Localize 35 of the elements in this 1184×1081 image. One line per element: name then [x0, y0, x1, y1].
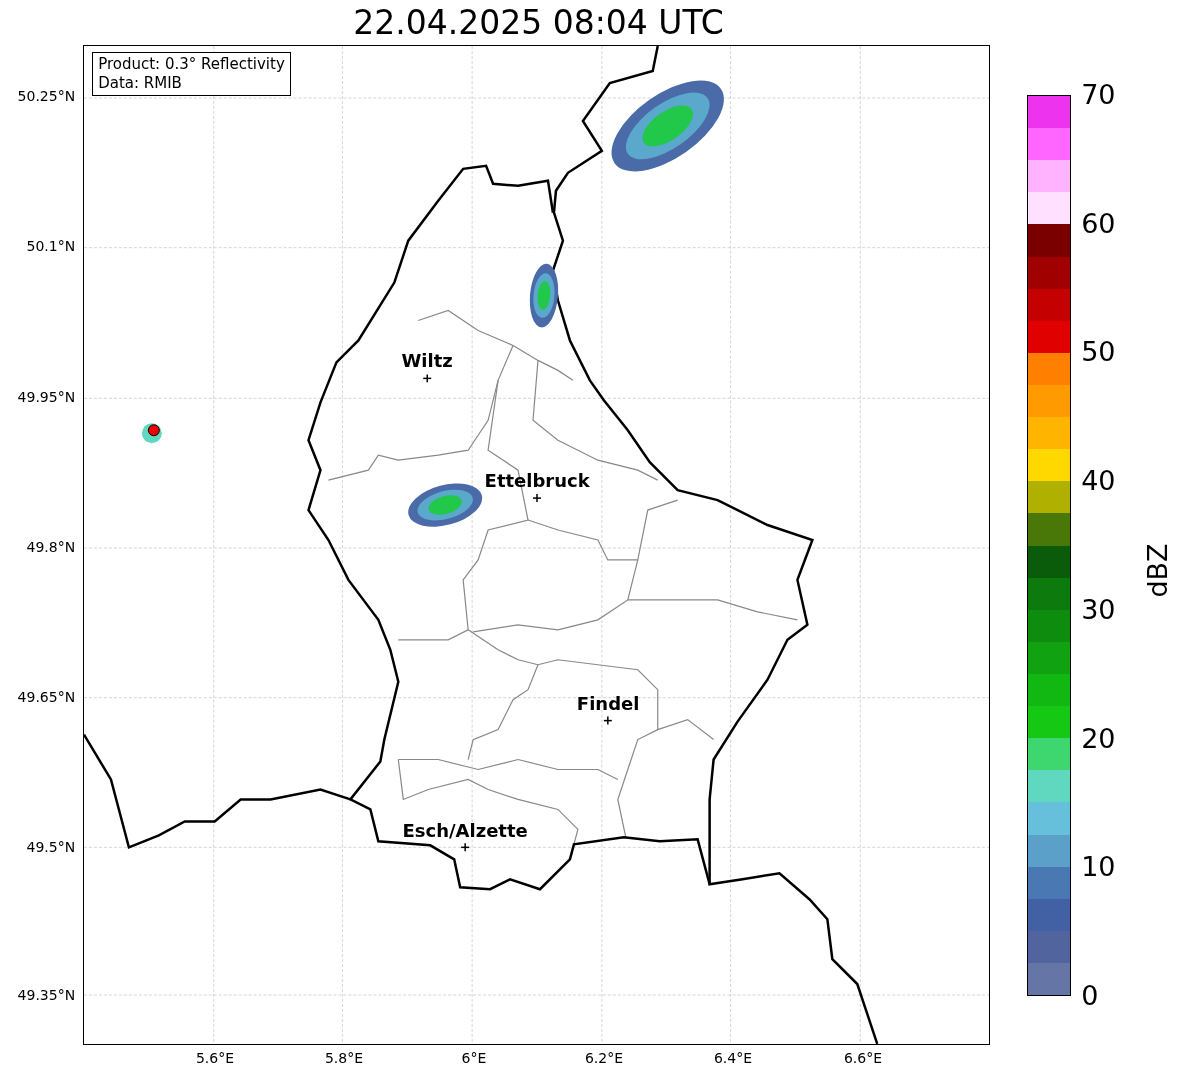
colorbar-tick-label: 20 [1081, 724, 1116, 752]
colorbar-tick-label: 70 [1081, 81, 1116, 108]
latitude-label: 49.65°N [17, 690, 76, 704]
city-marker-icon [422, 373, 433, 384]
city-label: Esch/Alzette [402, 822, 528, 840]
info-text: Product: 0.3° Reflectivity [98, 55, 285, 74]
colorbar-tick-label: 0 [1081, 982, 1099, 1009]
figure-title: 22.04.2025 08:04 UTC [353, 6, 724, 39]
city-label: Ettelbruck [484, 472, 590, 490]
radar-site-icon [148, 424, 160, 437]
colorbar-tick-label: 30 [1081, 595, 1116, 623]
city-label: Findel [576, 695, 640, 713]
city-marker-icon [460, 842, 471, 853]
latitude-label: 49.8°N [26, 540, 76, 554]
colorbar-tick-label: 60 [1081, 209, 1116, 237]
colorbar-tick-label: 50 [1081, 338, 1116, 366]
longitude-label: 6.6°E [843, 1051, 883, 1065]
city-marker-icon [532, 493, 542, 503]
latitude-label: 49.35°N [17, 988, 76, 1002]
city-label: Wiltz [401, 352, 453, 370]
longitude-label: 5.6°E [195, 1051, 235, 1065]
city-marker-icon [603, 715, 613, 726]
longitude-label: 6°E [461, 1051, 487, 1065]
colorbar-tick-label: 10 [1081, 853, 1116, 881]
colorbar-tick-label: 40 [1081, 467, 1116, 495]
colorbar-label: dBZ [1143, 542, 1171, 598]
latitude-label: 49.5°N [26, 840, 76, 854]
latitude-label: 50.1°N [26, 239, 76, 253]
radar-echo [529, 263, 559, 328]
longitude-label: 6.4°E [713, 1051, 753, 1065]
longitude-label: 6.2°E [584, 1051, 624, 1065]
latitude-label: 49.95°N [17, 390, 76, 404]
latitude-label: 50.25°N [17, 89, 76, 103]
longitude-label: 5.8°E [324, 1051, 364, 1065]
info-text: Data: RMIB [98, 74, 183, 93]
